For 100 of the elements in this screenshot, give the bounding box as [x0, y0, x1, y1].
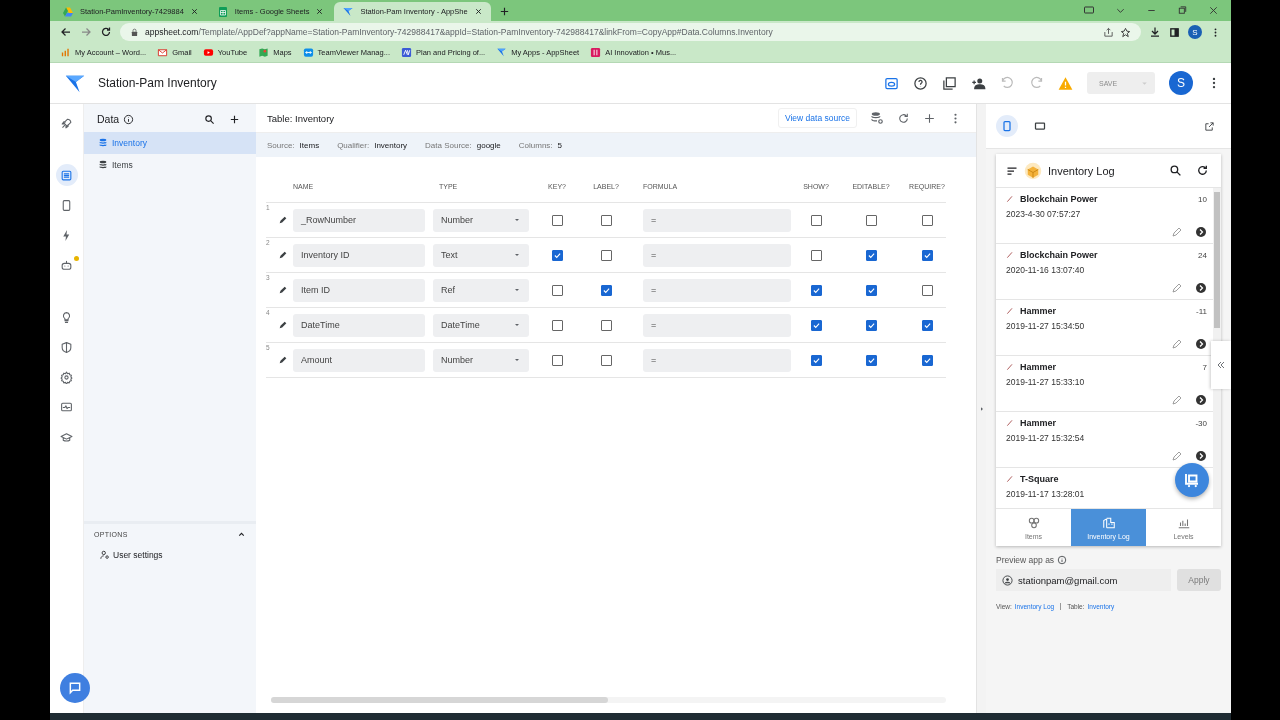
go-icon[interactable] — [1195, 394, 1207, 406]
caret-icon — [513, 356, 521, 364]
item-thumbnail-icon — [1006, 251, 1014, 259]
close-icon[interactable] — [1208, 4, 1219, 16]
graduation-cap-icon — [60, 430, 73, 444]
view-data-source-button[interactable]: View data source — [777, 108, 857, 128]
checkbox[interactable] — [865, 319, 877, 331]
mobile-view-button[interactable] — [996, 115, 1018, 137]
vertical-scrollbar[interactable] — [1214, 192, 1220, 328]
type-dropdown[interactable]: Text — [433, 243, 529, 267]
pencil-icon[interactable] — [278, 355, 288, 365]
checkbox[interactable] — [865, 249, 877, 261]
reload-icon[interactable] — [100, 26, 112, 38]
refresh-icon[interactable] — [1196, 164, 1209, 177]
formula-field[interactable]: = — [643, 278, 791, 302]
add-action-button[interactable] — [1175, 463, 1209, 497]
star-icon[interactable] — [1120, 26, 1131, 38]
collapse-chevron-icon[interactable] — [237, 530, 246, 539]
formula-field[interactable]: = — [643, 348, 791, 372]
help-icon[interactable] — [913, 75, 928, 91]
search-icon[interactable] — [1169, 164, 1182, 177]
search-icon[interactable] — [204, 113, 215, 125]
address-bar[interactable]: appsheet.com/Template/AppDef?appName=Station-PamInventory-742988417&appId=Station-PamInventory-742988417&linkFrom=CopyApp#Data.Columns.Inventory — [120, 23, 1141, 41]
pencil-icon[interactable] — [278, 320, 288, 330]
pencil-icon[interactable] — [278, 215, 288, 225]
checkbox[interactable] — [810, 319, 822, 331]
go-icon[interactable] — [1195, 450, 1207, 462]
collapse-handle[interactable] — [1211, 341, 1231, 389]
table-item[interactable]: Inventory — [84, 132, 256, 154]
add-icon[interactable] — [229, 113, 240, 125]
open-external-icon[interactable] — [1204, 120, 1215, 132]
pencil-icon[interactable] — [278, 285, 288, 295]
caret-icon — [513, 216, 521, 224]
checkbox[interactable] — [921, 354, 933, 366]
type-dropdown[interactable]: Ref — [433, 278, 529, 302]
name-field[interactable]: _RowNumber — [293, 208, 425, 232]
checkbox[interactable] — [551, 319, 563, 331]
checkmark-icon — [811, 355, 821, 365]
database-settings-icon[interactable] — [870, 111, 884, 125]
checkbox[interactable] — [921, 214, 933, 226]
name-field[interactable]: Amount — [293, 348, 425, 372]
go-icon[interactable] — [1195, 338, 1207, 350]
database-icon — [60, 168, 73, 182]
type-dropdown[interactable]: DateTime — [433, 313, 529, 337]
panel-title: Data — [97, 113, 120, 125]
user-avatar[interactable]: S — [1169, 71, 1193, 95]
checkbox[interactable] — [551, 249, 563, 261]
checkbox[interactable] — [600, 214, 612, 226]
preview-icon[interactable] — [884, 75, 899, 91]
horizontal-scrollbar[interactable] — [271, 697, 608, 703]
item-thumbnail-icon — [1006, 307, 1014, 315]
checkbox[interactable] — [600, 249, 612, 261]
chat-button[interactable] — [60, 673, 90, 703]
tablet-icon[interactable] — [1034, 120, 1046, 132]
checkbox[interactable] — [551, 284, 563, 296]
email-field[interactable]: stationpam@gmail.com — [996, 569, 1171, 591]
card-icon — [1083, 4, 1095, 16]
name-field[interactable]: Item ID — [293, 278, 425, 302]
checkbox[interactable] — [921, 249, 933, 261]
checkmark-icon — [866, 320, 876, 330]
type-dropdown[interactable]: Number — [433, 208, 529, 232]
name-field[interactable]: Inventory ID — [293, 243, 425, 267]
go-icon[interactable] — [1195, 282, 1207, 294]
download-icon[interactable] — [1149, 26, 1161, 38]
checkbox[interactable] — [865, 214, 877, 226]
nav-button[interactable] — [55, 164, 78, 186]
profile-avatar[interactable]: S — [1188, 25, 1202, 39]
formula-field[interactable]: = — [643, 208, 791, 232]
restore-icon[interactable] — [1177, 4, 1188, 16]
row-amount: 24 — [1198, 250, 1207, 260]
table-item[interactable]: Items — [84, 154, 256, 176]
add-icon[interactable] — [923, 111, 936, 125]
checkbox[interactable] — [865, 284, 877, 296]
go-icon[interactable] — [1195, 226, 1207, 238]
options-item[interactable]: User settings — [100, 550, 246, 560]
menu-icon[interactable] — [1006, 164, 1018, 177]
forward-icon[interactable] — [80, 26, 92, 38]
checkbox[interactable] — [551, 214, 563, 226]
formula-field[interactable]: = — [643, 243, 791, 267]
back-icon[interactable] — [60, 26, 72, 38]
formula-field[interactable]: = — [643, 313, 791, 337]
checkbox[interactable] — [600, 319, 612, 331]
gallery-icon[interactable] — [942, 75, 957, 91]
checkbox[interactable] — [810, 354, 822, 366]
checkbox[interactable] — [551, 354, 563, 366]
checkbox[interactable] — [600, 284, 612, 296]
site-icon — [157, 47, 169, 58]
checkbox[interactable] — [810, 284, 822, 296]
checkbox[interactable] — [600, 354, 612, 366]
type-dropdown[interactable]: Number — [433, 348, 529, 372]
new-tab-icon[interactable] — [498, 6, 510, 17]
side-panel-icon[interactable] — [1169, 26, 1180, 38]
checkbox[interactable] — [810, 249, 822, 261]
checkbox[interactable] — [865, 354, 877, 366]
share-icon[interactable] — [1103, 26, 1114, 38]
checkbox[interactable] — [921, 284, 933, 296]
name-field[interactable]: DateTime — [293, 313, 425, 337]
pencil-icon[interactable] — [278, 250, 288, 260]
checkbox[interactable] — [921, 319, 933, 331]
checkbox[interactable] — [810, 214, 822, 226]
